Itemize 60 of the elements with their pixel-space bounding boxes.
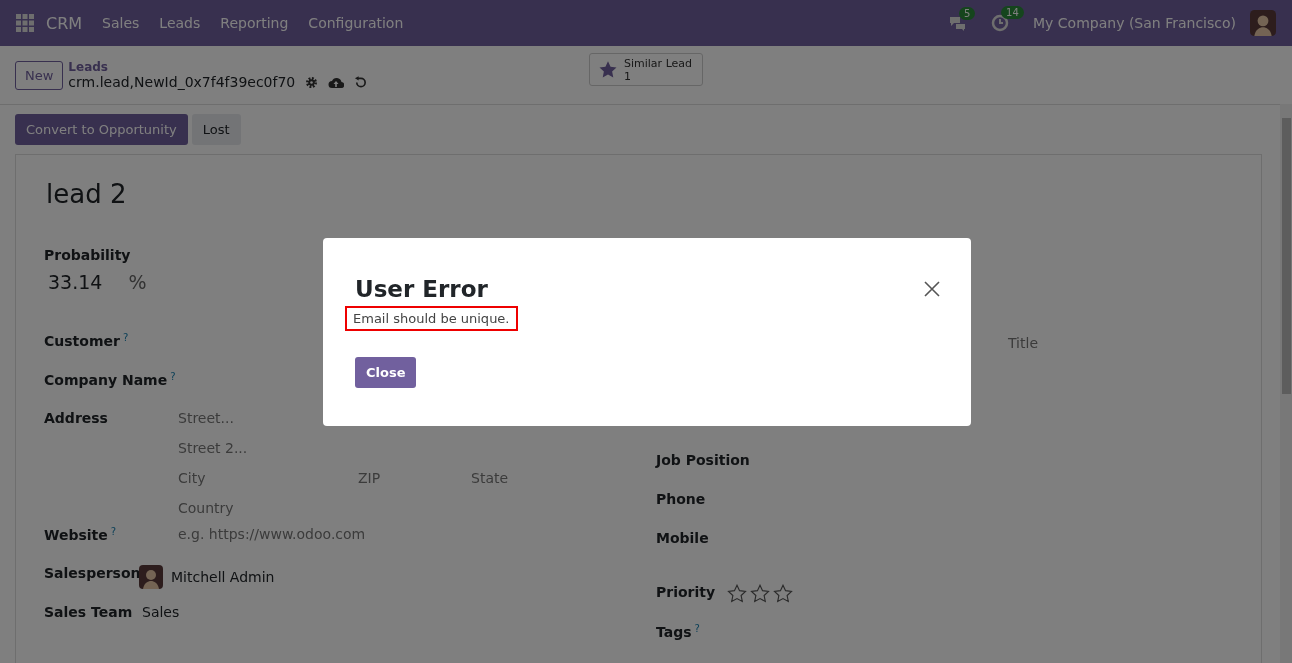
lead-title[interactable]: lead 2 — [46, 181, 1233, 208]
breadcrumb-link[interactable]: Leads — [68, 60, 368, 74]
field-label: Website — [44, 527, 108, 544]
website-field[interactable]: e.g. https://www.odoo.com — [178, 526, 656, 542]
field-label: Customer — [44, 333, 120, 350]
dialog-title: User Error — [355, 276, 488, 302]
menu-item[interactable]: Configuration — [308, 15, 404, 31]
undo-icon[interactable] — [354, 75, 368, 89]
help-mark[interactable]: ? — [122, 332, 129, 343]
street2-field[interactable]: Street 2... — [178, 440, 656, 456]
probability-value[interactable]: 33.14 — [48, 271, 103, 293]
field-label: Tags — [656, 624, 692, 641]
menu-item[interactable]: Sales — [102, 15, 140, 31]
menu-item[interactable]: Reporting — [220, 15, 289, 31]
field-label: Phone — [656, 491, 706, 507]
apps-menu-icon[interactable] — [16, 14, 34, 32]
action-button[interactable]: Lost — [191, 114, 241, 145]
zip-field[interactable]: ZIP — [358, 470, 471, 486]
message-count-badge: 5 — [959, 7, 976, 20]
clock-icon[interactable] — [991, 14, 1010, 32]
record-name: crm.lead,NewId_0x7f4f39ec0f70 — [68, 74, 296, 90]
field-label: Company Name — [44, 372, 168, 389]
state-field[interactable]: State — [471, 470, 509, 486]
help-mark[interactable]: ? — [110, 526, 117, 537]
star-icon — [598, 60, 618, 79]
cloud-upload-icon[interactable] — [328, 75, 345, 89]
field-label: Mobile — [656, 530, 709, 546]
chat-icon[interactable] — [949, 15, 968, 31]
help-mark[interactable]: ? — [694, 623, 700, 634]
country-field[interactable]: Country — [178, 500, 656, 516]
field-label: Job Position — [656, 452, 750, 468]
user-avatar — [1250, 10, 1276, 36]
close-button[interactable]: Close — [355, 357, 417, 388]
app-name[interactable]: CRM — [46, 13, 83, 33]
field-label: Salesperson — [44, 565, 141, 581]
help-mark[interactable]: ? — [170, 371, 176, 382]
city-field[interactable]: City — [178, 470, 358, 486]
percent-unit: % — [128, 271, 147, 293]
smart-button-count: 1 — [624, 69, 632, 83]
field-label: Sales Team — [44, 604, 133, 620]
action-button[interactable]: Convert to Opportunity — [15, 114, 188, 145]
star-icon[interactable] — [727, 584, 748, 603]
field-label: Probability — [44, 247, 132, 263]
error-message: Email should be unique. — [347, 308, 516, 329]
gear-icon[interactable] — [305, 75, 319, 89]
similar-lead-button[interactable]: Similar Lead 1 — [589, 53, 703, 86]
field-label: Address — [44, 410, 108, 426]
field-value[interactable]: Sales — [142, 604, 656, 620]
title-field[interactable]: Title — [1008, 335, 1038, 351]
user-avatar — [139, 565, 163, 589]
user-name[interactable]: Mitchell Admin — [171, 569, 275, 585]
company-switcher[interactable]: My Company (San Francisco) — [1033, 15, 1236, 31]
scrollbar[interactable] — [1280, 104, 1292, 663]
star-icon[interactable] — [773, 584, 794, 603]
smart-button-label: Similar Lead — [624, 56, 693, 70]
menu-item[interactable]: Leads — [159, 15, 201, 31]
activity-count-badge: 14 — [1001, 6, 1024, 19]
star-icon[interactable] — [750, 584, 771, 603]
field-label: Priority — [656, 584, 716, 600]
new-button[interactable]: New — [15, 60, 64, 90]
